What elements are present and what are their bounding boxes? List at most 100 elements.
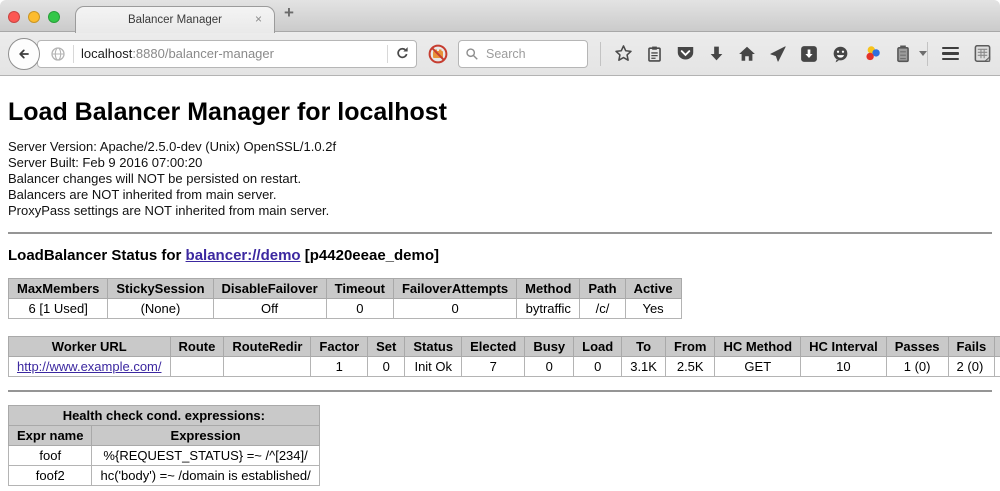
pocket-button[interactable] [676, 45, 695, 62]
fails-cell: 2 (0) [948, 357, 995, 377]
toolbar-overflow-caret-icon[interactable] [919, 51, 927, 56]
table-row: foof %{REQUEST_STATUS} =~ /^[234]/ [9, 446, 320, 466]
header-cell: DisableFailover [213, 279, 326, 299]
passes-cell: 1 (0) [886, 357, 948, 377]
url-text: localhost:8880/balancer-manager [81, 46, 380, 61]
container-icon [895, 45, 911, 63]
header-cell: Set [368, 337, 405, 357]
server-version-line: Server Version: Apache/2.5.0-dev (Unix) … [8, 139, 992, 155]
back-arrow-icon [16, 46, 32, 62]
section-divider [8, 232, 992, 234]
expression-cell: %{REQUEST_STATUS} =~ /^[234]/ [92, 446, 319, 466]
download-button[interactable] [708, 45, 725, 62]
toolbar-separator [927, 42, 928, 66]
tab-close-icon[interactable]: × [255, 12, 262, 26]
new-tab-button[interactable]: + [284, 3, 294, 23]
to-cell: 3.1K [622, 357, 666, 377]
worker-row: http://www.example.com/ 1 0 Init Ok 7 0 … [9, 357, 1000, 377]
clipboard-icon [646, 45, 663, 63]
expr-name-cell: foof [9, 446, 92, 466]
header-cell: From [665, 337, 715, 357]
colored-dots-icon [863, 44, 882, 63]
bookmark-star-button[interactable] [614, 44, 633, 63]
send-tab-button[interactable] [769, 45, 787, 63]
header-cell: Fails [948, 337, 995, 357]
downloads-panel-button[interactable] [800, 45, 818, 63]
header-cell: HC Interval [801, 337, 887, 357]
page-title: Load Balancer Manager for localhost [8, 98, 992, 127]
balancer-demo-link[interactable]: balancer://demo [186, 247, 301, 264]
maxmembers-cell: 6 [1 Used] [9, 299, 108, 319]
url-field[interactable]: localhost:8880/balancer-manager [37, 40, 417, 68]
header-cell: HC uri [995, 337, 1000, 357]
server-built-line: Server Built: Feb 9 2016 07:00:20 [8, 155, 992, 171]
url-host: localhost [81, 46, 132, 61]
header-cell: To [622, 337, 666, 357]
zoom-window-button[interactable] [48, 11, 60, 23]
toolbar-separator [600, 42, 601, 66]
menu-button[interactable] [942, 47, 959, 61]
navigation-toolbar: localhost:8880/balancer-manager [0, 32, 1000, 76]
search-input[interactable] [484, 46, 578, 62]
page-grid-icon [973, 44, 992, 63]
search-field[interactable] [458, 40, 588, 68]
star-icon [614, 44, 633, 63]
back-button[interactable] [8, 38, 40, 70]
header-cell: Load [574, 337, 622, 357]
status-cell: Init Ok [405, 357, 462, 377]
expr-name-cell: foof2 [9, 466, 92, 486]
routeredir-cell [224, 357, 311, 377]
status-heading-suffix: [p4420eeae_demo] [301, 247, 439, 264]
expression-cell: hc('body') =~ /domain is established/ [92, 466, 319, 486]
worker-url-link[interactable]: http://www.example.com/ [17, 359, 162, 374]
disablefailover-cell: Off [213, 299, 326, 319]
colorzilla-extension-button[interactable] [863, 44, 882, 63]
active-cell: Yes [625, 299, 681, 319]
minimize-window-button[interactable] [28, 11, 40, 23]
header-cell: FailoverAttempts [393, 279, 516, 299]
emoji-extension-button[interactable] [831, 45, 850, 63]
close-window-button[interactable] [8, 11, 20, 23]
globe-icon [50, 46, 66, 62]
method-cell: bytraffic [517, 299, 580, 319]
table-header-row: MaxMembers StickySession DisableFailover… [9, 279, 682, 299]
busy-cell: 0 [525, 357, 574, 377]
header-cell: Busy [525, 337, 574, 357]
search-icon [465, 47, 479, 61]
hc-interval-cell: 10 [801, 357, 887, 377]
persist-note-line: Balancer changes will NOT be persisted o… [8, 171, 992, 187]
header-cell: Active [625, 279, 681, 299]
header-cell: Expr name [9, 426, 92, 446]
table-row: foof2 hc('body') =~ /domain is establish… [9, 466, 320, 486]
reload-button[interactable] [395, 46, 410, 61]
status-heading-prefix: LoadBalancer Status for [8, 247, 186, 264]
page-content: Load Balancer Manager for localhost Serv… [0, 76, 1000, 491]
balancer-settings-table: MaxMembers StickySession DisableFailover… [8, 278, 682, 319]
header-cell: HC Method [715, 337, 801, 357]
stickysession-cell: (None) [108, 299, 213, 319]
window-controls [8, 11, 60, 23]
table-row: 6 [1 Used] (None) Off 0 0 bytraffic /c/ … [9, 299, 682, 319]
home-button[interactable] [738, 45, 756, 63]
from-cell: 2.5K [665, 357, 715, 377]
bookmarks-sidebar-button[interactable] [646, 45, 663, 63]
downloads-panel-icon [800, 45, 818, 63]
proxypass-note-line: ProxyPass settings are NOT inherited fro… [8, 203, 992, 219]
header-cell: StickySession [108, 279, 213, 299]
tab-balancer-manager[interactable]: Balancer Manager × [75, 6, 275, 33]
header-cell: Passes [886, 337, 948, 357]
worker-url-cell: http://www.example.com/ [9, 357, 171, 377]
header-cell: Factor [311, 337, 368, 357]
plugin-blocked-button[interactable] [427, 43, 449, 65]
worker-table: Worker URL Route RouteRedir Factor Set S… [8, 336, 1000, 377]
url-path: :8880/balancer-manager [132, 46, 274, 61]
header-cell: Elected [462, 337, 525, 357]
page-tools-button[interactable] [973, 44, 992, 63]
table-header-row: Worker URL Route RouteRedir Factor Set S… [9, 337, 1000, 357]
header-cell: Path [580, 279, 625, 299]
urlbar-separator [387, 45, 388, 63]
container-extension-button[interactable] [895, 45, 911, 63]
set-cell: 0 [368, 357, 405, 377]
header-cell: Worker URL [9, 337, 171, 357]
toolbar-right-group [927, 42, 994, 66]
